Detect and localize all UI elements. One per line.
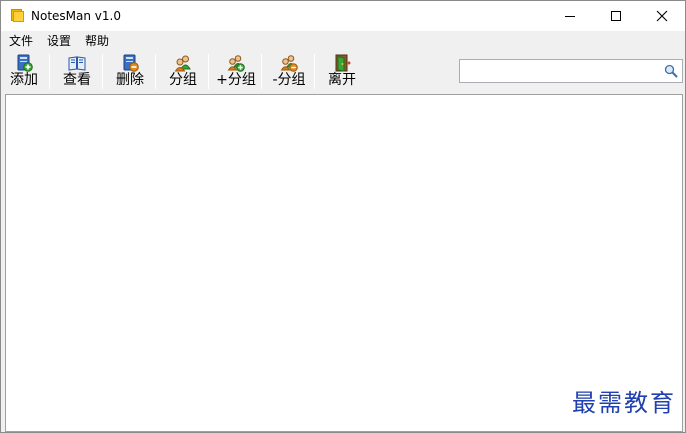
- remove-group-button-label: -分组: [272, 72, 306, 88]
- remove-group-icon: [280, 55, 298, 72]
- search-input[interactable]: [463, 62, 659, 80]
- delete-note-icon: [123, 54, 139, 72]
- maximize-button[interactable]: [593, 1, 639, 31]
- group-button[interactable]: 分组: [163, 53, 203, 91]
- remove-group-button[interactable]: -分组: [267, 53, 311, 91]
- search-icon[interactable]: [664, 64, 678, 78]
- add-button[interactable]: 添加: [5, 53, 43, 91]
- delete-button[interactable]: 删除: [110, 53, 150, 91]
- window-title: NotesMan v1.0: [31, 9, 121, 23]
- notes-app-icon: [11, 9, 24, 22]
- toolbar-separator: [208, 54, 209, 89]
- menu-help[interactable]: 帮助: [85, 34, 109, 49]
- toolbar: 添加 查看 删除 分组 +分组 -分组 离开: [1, 51, 685, 93]
- add-note-icon: [17, 54, 33, 72]
- search-box[interactable]: [459, 59, 683, 83]
- exit-door-icon: [335, 54, 351, 72]
- add-group-icon: [227, 55, 245, 72]
- toolbar-separator: [261, 54, 262, 89]
- app-window: NotesMan v1.0 文件 设置 帮助 添加 查看 删除 分组 +分组 -…: [0, 0, 686, 433]
- menu-settings[interactable]: 设置: [47, 34, 71, 49]
- watermark-text: 最需教育: [572, 389, 676, 417]
- add-group-button[interactable]: +分组: [214, 53, 258, 91]
- minimize-button[interactable]: [547, 1, 593, 31]
- exit-button[interactable]: 离开: [322, 53, 362, 91]
- maximize-icon: [611, 11, 621, 21]
- title-bar[interactable]: NotesMan v1.0: [1, 1, 685, 31]
- view-book-icon: [68, 56, 86, 71]
- toolbar-separator: [155, 54, 156, 89]
- menu-bar: 文件 设置 帮助: [1, 31, 685, 51]
- delete-button-label: 删除: [116, 72, 144, 88]
- group-button-label: 分组: [169, 72, 197, 88]
- minimize-icon: [565, 16, 575, 17]
- group-users-icon: [174, 55, 191, 72]
- notes-list-area[interactable]: 最需教育: [5, 94, 683, 432]
- close-button[interactable]: [639, 1, 685, 31]
- view-button-label: 查看: [63, 72, 91, 88]
- toolbar-separator: [314, 54, 315, 89]
- add-group-button-label: +分组: [216, 72, 256, 88]
- view-button[interactable]: 查看: [57, 53, 97, 91]
- menu-file[interactable]: 文件: [9, 34, 33, 49]
- add-button-label: 添加: [10, 72, 38, 88]
- toolbar-separator: [102, 54, 103, 89]
- toolbar-separator: [49, 54, 50, 89]
- exit-button-label: 离开: [328, 72, 356, 88]
- close-icon: [656, 10, 668, 22]
